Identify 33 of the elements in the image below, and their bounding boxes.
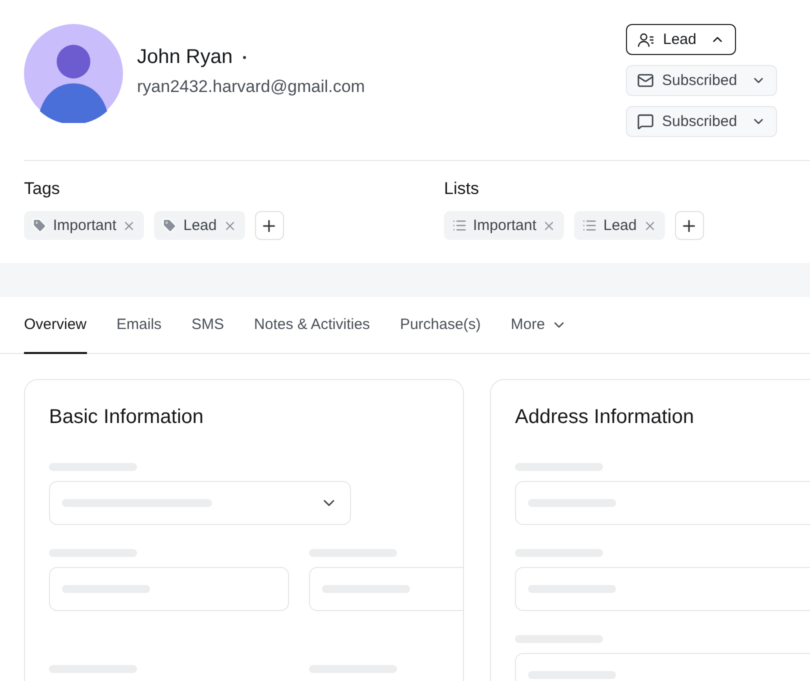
tag-icon <box>32 218 47 233</box>
input-field[interactable] <box>515 481 810 525</box>
section-title: Lists <box>444 179 480 199</box>
list-icon <box>582 218 598 233</box>
select-field[interactable] <box>49 481 351 525</box>
status-dropdown[interactable]: Subscribed <box>626 106 778 137</box>
section-title: Tags <box>24 179 61 199</box>
card-title: Address Information <box>515 406 695 429</box>
tag-icon <box>162 218 178 233</box>
card-title: Basic Information <box>49 406 205 429</box>
list-icon <box>452 218 467 233</box>
contact-name: John Ryan <box>137 46 233 69</box>
tab[interactable]: Purchase(s) <box>400 297 481 354</box>
add-button[interactable] <box>254 211 284 240</box>
person-list-icon <box>637 30 655 48</box>
status-dropdown[interactable]: Lead <box>626 24 736 55</box>
tab[interactable]: Emails <box>116 297 162 354</box>
contact-email: ryan2432.harvard@gmail.com <box>137 77 365 97</box>
add-button[interactable] <box>674 211 704 240</box>
list-chip: Important <box>444 211 564 240</box>
input-field[interactable] <box>515 567 810 611</box>
status-dot-icon <box>242 56 246 59</box>
tab[interactable]: More <box>510 297 567 354</box>
tag-chip: Important <box>24 211 144 240</box>
input-field[interactable] <box>49 567 289 611</box>
tab[interactable]: Notes & Activities <box>254 297 370 354</box>
chat-icon <box>637 113 654 130</box>
tag-chip: Lead <box>154 211 245 240</box>
tab[interactable]: Overview <box>24 297 87 354</box>
status-dropdown[interactable]: Subscribed <box>626 65 778 96</box>
mail-icon <box>637 72 654 89</box>
tab[interactable]: SMS <box>192 297 224 354</box>
list-chip: Lead <box>574 211 665 240</box>
